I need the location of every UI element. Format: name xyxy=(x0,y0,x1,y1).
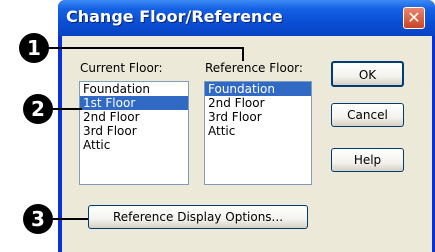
dialog-title: Change Floor/Reference xyxy=(66,7,283,26)
reference-display-options-button[interactable]: Reference Display Options... xyxy=(88,205,308,229)
current-floor-item-attic[interactable]: Attic xyxy=(80,138,188,152)
callout-badge-1: 1 xyxy=(19,33,49,63)
ok-button[interactable]: OK xyxy=(331,61,404,87)
cancel-button[interactable]: Cancel xyxy=(331,103,404,127)
current-floor-item-foundation[interactable]: Foundation xyxy=(80,82,188,96)
close-button[interactable]: ✕ xyxy=(403,7,425,29)
callout-badge-3: 3 xyxy=(23,204,53,234)
current-floor-label: Current Floor: xyxy=(80,61,163,75)
callout-1-leader-line xyxy=(34,47,244,49)
title-bar[interactable]: Change Floor/Reference ✕ xyxy=(58,0,435,36)
callout-badge-2: 2 xyxy=(23,94,53,124)
dialog-client-area: Current Floor: Foundation 1st Floor 2nd … xyxy=(62,36,432,252)
current-floor-listbox[interactable]: Foundation 1st Floor 2nd Floor 3rd Floor… xyxy=(79,81,189,185)
reference-floor-item-foundation[interactable]: Foundation xyxy=(205,82,311,96)
current-floor-item-3rd-floor[interactable]: 3rd Floor xyxy=(80,124,188,138)
current-floor-item-1st-floor[interactable]: 1st Floor xyxy=(80,96,188,110)
reference-floor-label: Reference Floor: xyxy=(205,61,303,75)
reference-floor-listbox[interactable]: Foundation 2nd Floor 3rd Floor Attic xyxy=(204,81,312,185)
callout-1-leader-drop xyxy=(242,47,244,61)
close-icon: ✕ xyxy=(407,8,421,27)
current-floor-item-2nd-floor[interactable]: 2nd Floor xyxy=(80,110,188,124)
reference-floor-item-attic[interactable]: Attic xyxy=(205,124,311,138)
reference-floor-item-2nd-floor[interactable]: 2nd Floor xyxy=(205,96,311,110)
reference-floor-item-3rd-floor[interactable]: 3rd Floor xyxy=(205,110,311,124)
help-button[interactable]: Help xyxy=(331,148,404,172)
